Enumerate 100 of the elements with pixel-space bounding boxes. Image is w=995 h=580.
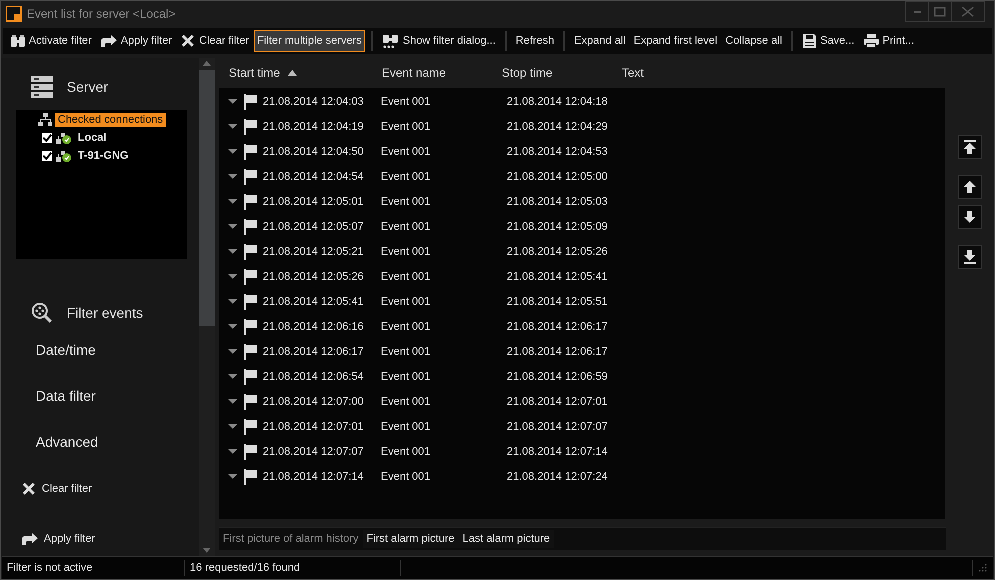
toolbar-button[interactable]: Refresh: [512, 30, 558, 52]
server-connection-icon: [56, 130, 72, 146]
sidebar-button[interactable]: Clear filter: [1, 477, 92, 501]
table-cell-text: 21.08.2014 12:05:41: [263, 296, 365, 308]
sort-ascending-icon: [288, 70, 298, 76]
expand-caret-icon[interactable]: [228, 248, 238, 254]
expand-caret-icon[interactable]: [228, 174, 238, 180]
table-cell-text: Event 001: [381, 296, 432, 308]
expand-caret-icon[interactable]: [228, 448, 238, 454]
section-title: Server: [67, 79, 108, 95]
expand-caret-icon[interactable]: [228, 348, 238, 354]
table-cell-text: 21.08.2014 12:04:19: [263, 120, 365, 132]
table-cell-text: 21.08.2014 12:05:09: [507, 220, 609, 232]
table-cell-text: Event 001: [381, 196, 432, 208]
table-cell-text: 21.08.2014 12:05:07: [263, 220, 365, 232]
table-cell-text: 21.08.2014 12:07:14: [263, 470, 365, 482]
flag-icon: [244, 344, 257, 360]
expand-caret-icon[interactable]: [228, 98, 238, 104]
tree-item[interactable]: Checked connections: [55, 113, 166, 127]
checkmark-icon: [42, 152, 52, 160]
scroll-up-icon[interactable]: [203, 61, 211, 66]
sidebar-button[interactable]: Apply filter: [1, 527, 96, 551]
app-icon: [6, 6, 22, 22]
toolbar-button[interactable]: Save...: [799, 30, 858, 52]
table-cell-text: 21.08.2014 12:06:59: [507, 370, 609, 382]
table-cell-text: 21.08.2014 12:05:51: [507, 296, 609, 308]
table-cell-text: 21.08.2014 12:06:17: [263, 346, 365, 358]
table-cell-text: 21.08.2014 12:05:21: [263, 246, 365, 258]
flag-icon: [244, 244, 257, 260]
flag-icon: [244, 194, 257, 210]
toolbar-button[interactable]: Filter multiple servers: [254, 30, 365, 52]
table-cell-text: Event 001: [381, 146, 432, 158]
picture-button[interactable]: Last alarm picture: [458, 530, 554, 548]
toolbar-button[interactable]: Apply filter: [96, 30, 176, 52]
scroll-top-button[interactable]: [958, 135, 982, 159]
toolbar-button[interactable]: Activate filter: [7, 30, 95, 52]
expand-caret-icon[interactable]: [228, 124, 238, 130]
network-tree-icon: [38, 113, 52, 127]
table-cell-text: 21.08.2014 12:07:01: [263, 420, 365, 432]
toolbar-button[interactable]: Clear filter: [177, 30, 252, 52]
table-cell-text: Event 001: [381, 96, 432, 108]
table-cell-text: 21.08.2014 12:07:14: [507, 446, 609, 458]
table-cell-text: Event 001: [381, 446, 432, 458]
column-header[interactable]: Stop time: [502, 66, 622, 80]
expand-caret-icon[interactable]: [228, 324, 238, 330]
checkbox[interactable]: [41, 150, 53, 162]
tree-item[interactable]: T-91-GNG: [75, 149, 132, 163]
column-header[interactable]: Event name: [382, 66, 502, 80]
expand-caret-icon[interactable]: [228, 198, 238, 204]
arrow-down-icon: [962, 209, 978, 225]
expand-caret-icon[interactable]: [228, 424, 238, 430]
expand-caret-icon[interactable]: [228, 298, 238, 304]
toolbar-button[interactable]: Print...: [860, 30, 918, 52]
filter-item[interactable]: Date/time: [1, 327, 199, 373]
scrollbar-thumb[interactable]: [199, 70, 215, 326]
table-cell-text: Event 001: [381, 470, 432, 482]
resize-grip-icon: [979, 564, 987, 572]
checkbox[interactable]: [41, 132, 53, 144]
close-icon: [21, 481, 37, 497]
table-cell-text: 21.08.2014 12:07:07: [263, 446, 365, 458]
table-cell-text: Event 001: [381, 396, 432, 408]
flag-icon: [244, 218, 257, 234]
table-cell-text: 21.08.2014 12:06:17: [507, 346, 609, 358]
table-cell-text: Event 001: [381, 220, 432, 232]
table-cell-text: Event 001: [381, 346, 432, 358]
scroll-down-icon[interactable]: [203, 548, 211, 553]
tree-item[interactable]: Local: [75, 131, 110, 145]
expand-caret-icon[interactable]: [228, 224, 238, 230]
table-cell-text: 21.08.2014 12:05:03: [507, 196, 609, 208]
filter-item[interactable]: Data filter: [1, 373, 199, 419]
table-cell-text: 21.08.2014 12:05:26: [263, 270, 365, 282]
table-cell-text: Event 001: [381, 320, 432, 332]
binoculars-icon: [10, 34, 26, 48]
picture-button[interactable]: First alarm picture: [362, 530, 459, 548]
server-rack-icon: [31, 76, 53, 98]
toolbar-button[interactable]: Show filter dialog...: [378, 30, 499, 52]
flag-icon: [244, 394, 257, 410]
search-icon: [31, 302, 53, 324]
printer-icon: [862, 33, 880, 49]
toolbar-button[interactable]: Collapse all: [722, 30, 786, 52]
jump-to-bottom-icon: [962, 249, 978, 265]
column-header[interactable]: Text: [622, 66, 682, 80]
expand-caret-icon[interactable]: [228, 274, 238, 280]
toolbar-button[interactable]: Expand first level: [630, 30, 721, 52]
scrollbar[interactable]: [199, 58, 215, 556]
flag-icon: [244, 94, 257, 110]
binoculars-icon: [382, 34, 400, 48]
expand-caret-icon[interactable]: [228, 374, 238, 380]
scroll-bottom-button[interactable]: [958, 245, 982, 269]
filter-item[interactable]: Advanced: [1, 419, 199, 465]
table-cell-text: 21.08.2014 12:05:00: [507, 170, 609, 182]
expand-caret-icon[interactable]: [228, 474, 238, 480]
scroll-up-button[interactable]: [958, 175, 982, 199]
status-text: 16 requested/16 found: [190, 562, 300, 574]
expand-caret-icon[interactable]: [228, 148, 238, 154]
expand-caret-icon[interactable]: [228, 398, 238, 404]
column-header[interactable]: Start time: [229, 66, 382, 80]
scroll-down-button[interactable]: [958, 205, 982, 229]
table-cell-text: Event 001: [381, 246, 432, 258]
toolbar-button[interactable]: Expand all: [571, 30, 629, 52]
